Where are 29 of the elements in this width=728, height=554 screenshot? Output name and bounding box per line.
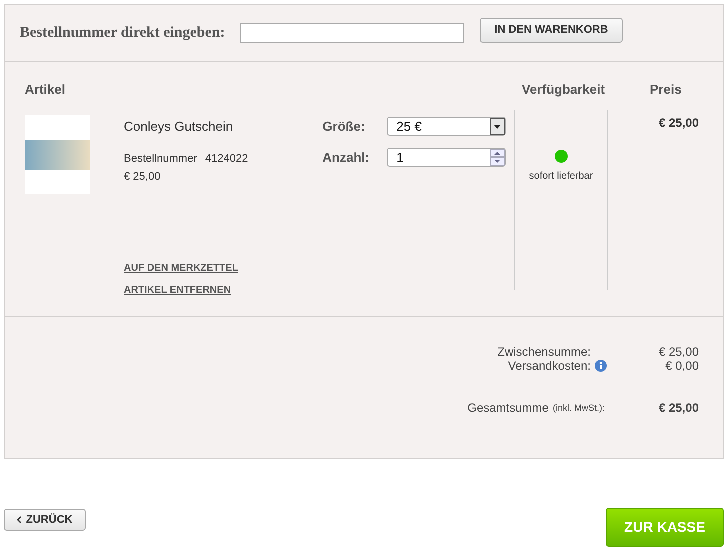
spinner-arrows-icon[interactable] bbox=[490, 148, 505, 166]
column-header: Artikel bbox=[25, 81, 66, 99]
order-number-label: Bestellnummer direkt eingeben: bbox=[20, 24, 226, 43]
add-to-cart-button[interactable]: IN DEN WARENKORB bbox=[480, 18, 623, 42]
quantity-field[interactable]: 1 bbox=[386, 148, 506, 167]
order-number-label: Bestellnummer bbox=[124, 152, 198, 166]
total-label: Versandkosten: bbox=[508, 359, 591, 373]
order-number: 4124022 bbox=[205, 152, 248, 166]
info-icon[interactable] bbox=[595, 360, 607, 372]
text-link[interactable]: AUF DEN MERKZETTEL bbox=[124, 261, 238, 276]
unit-price: € 25,00 bbox=[124, 170, 162, 185]
total-value: € 0,00 bbox=[664, 359, 700, 373]
field-label: Anzahl: bbox=[322, 148, 371, 166]
column-header: Preis bbox=[650, 81, 682, 99]
availability-status: sofort lieferbar bbox=[529, 170, 594, 184]
column-header: Verfügbarkeit bbox=[522, 81, 606, 99]
chevron-left-icon bbox=[17, 516, 22, 524]
total-label: Zwischensumme: bbox=[498, 345, 591, 359]
total-value: € 25,00 bbox=[658, 345, 700, 359]
tax-note: (inkl. MwSt.): bbox=[552, 402, 605, 415]
total-label: Gesamtsumme bbox=[468, 401, 549, 415]
item-price: € 25,00 bbox=[658, 115, 700, 132]
back-button[interactable]: ZURÜCK bbox=[4, 509, 86, 531]
order-number-field[interactable] bbox=[240, 23, 464, 43]
field-label: Größe: bbox=[322, 118, 366, 136]
product-name: Conleys Gutschein bbox=[124, 118, 234, 136]
size-dropdown[interactable]: 25 € bbox=[386, 117, 506, 136]
text-link[interactable]: ARTIKEL ENTFERNEN bbox=[124, 283, 232, 298]
total-value: € 25,00 bbox=[658, 401, 700, 415]
